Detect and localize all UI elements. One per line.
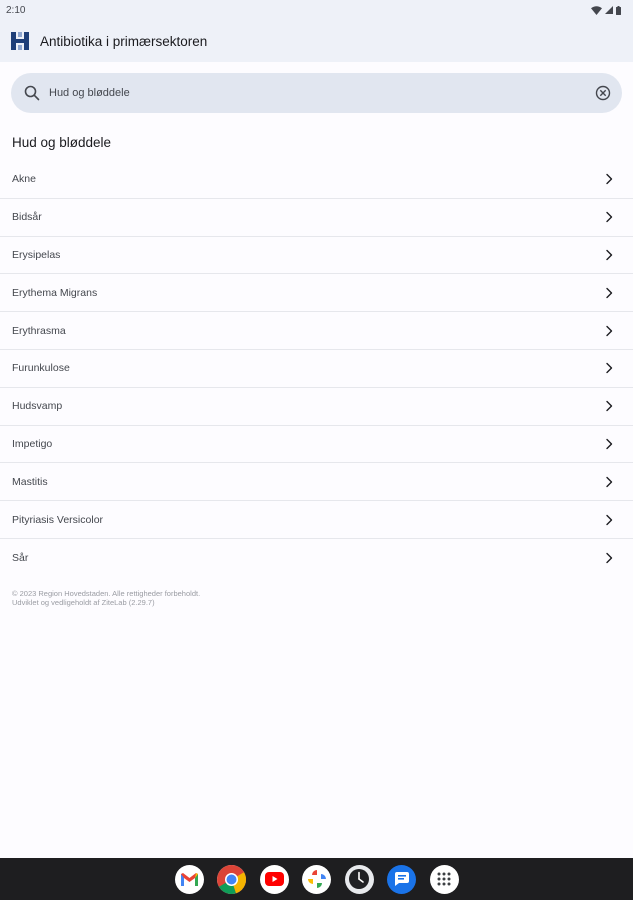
list-item[interactable]: Erysipelas	[0, 237, 633, 275]
search-container	[0, 62, 633, 113]
chevron-right-icon	[603, 249, 615, 261]
chevron-right-icon	[603, 287, 615, 299]
signal-icon	[605, 6, 613, 14]
status-bar: 2:10	[0, 0, 633, 20]
messages-icon[interactable]	[387, 864, 416, 894]
list-item-label: Mastitis	[12, 475, 48, 488]
search-icon	[23, 84, 41, 102]
search-bar[interactable]	[11, 73, 622, 113]
list-item[interactable]: Mastitis	[0, 463, 633, 502]
list-item[interactable]: Erythrasma	[0, 312, 633, 350]
list-item[interactable]: Hudsvamp	[0, 388, 633, 426]
copyright-text: © 2023 Region Hovedstaden. Alle rettighe…	[12, 588, 201, 598]
list-item[interactable]: Akne	[0, 161, 633, 199]
search-input[interactable]	[49, 87, 594, 99]
list-item-label: Sår	[12, 551, 29, 564]
chevron-right-icon	[603, 438, 615, 450]
app-logo-icon	[10, 31, 30, 51]
list-item[interactable]: Impetigo	[0, 426, 633, 464]
chrome-icon[interactable]	[217, 864, 246, 894]
photos-icon[interactable]	[302, 864, 331, 894]
list-item-label: Hudsvamp	[12, 400, 63, 413]
topic-list: Akne Bidsår Erysipelas Erythema Migrans Eryt…	[0, 161, 633, 577]
list-item[interactable]: Bidsår	[0, 199, 633, 237]
list-item[interactable]: Sår	[0, 539, 633, 577]
chevron-right-icon	[603, 173, 615, 185]
chevron-right-icon	[603, 552, 615, 564]
version-text: Udviklet og vedligeholdt af ZiteLab (2.2…	[12, 598, 155, 608]
clear-search-icon[interactable]	[594, 84, 612, 102]
list-item-label: Pityriasis Versicolor	[12, 513, 104, 526]
list-item-label: Bidsår	[12, 211, 42, 224]
chevron-right-icon	[603, 325, 615, 337]
list-item[interactable]: Pityriasis Versicolor	[0, 501, 633, 539]
clock-icon[interactable]	[344, 864, 374, 894]
app-drawer-icon[interactable]	[429, 864, 459, 894]
chevron-right-icon	[603, 514, 615, 526]
list-item-label: Furunkulose	[12, 362, 70, 375]
app-title: Antibiotika i primærsektoren	[40, 33, 208, 49]
youtube-icon[interactable]	[259, 864, 289, 894]
chevron-right-icon	[603, 476, 615, 488]
gmail-icon[interactable]	[174, 864, 204, 894]
list-item-label: Impetigo	[12, 437, 53, 450]
status-time: 2:10	[6, 4, 26, 16]
chevron-right-icon	[603, 400, 615, 412]
list-item-label: Akne	[12, 173, 36, 186]
list-item-label: Erythema Migrans	[12, 286, 98, 299]
list-item[interactable]: Erythema Migrans	[0, 274, 633, 313]
taskbar	[0, 858, 633, 900]
wifi-icon	[591, 5, 602, 15]
list-item-label: Erysipelas	[12, 248, 61, 261]
footer: © 2023 Region Hovedstaden. Alle rettighe…	[0, 577, 633, 608]
chevron-right-icon	[603, 362, 615, 374]
section-title: Hud og bløddele	[12, 135, 112, 150]
battery-icon	[616, 5, 621, 15]
list-item-label: Erythrasma	[12, 324, 66, 337]
chevron-right-icon	[603, 211, 615, 223]
app-bar: Antibiotika i primærsektoren	[0, 20, 633, 62]
status-icons	[591, 5, 621, 15]
list-item[interactable]: Furunkulose	[0, 350, 633, 388]
